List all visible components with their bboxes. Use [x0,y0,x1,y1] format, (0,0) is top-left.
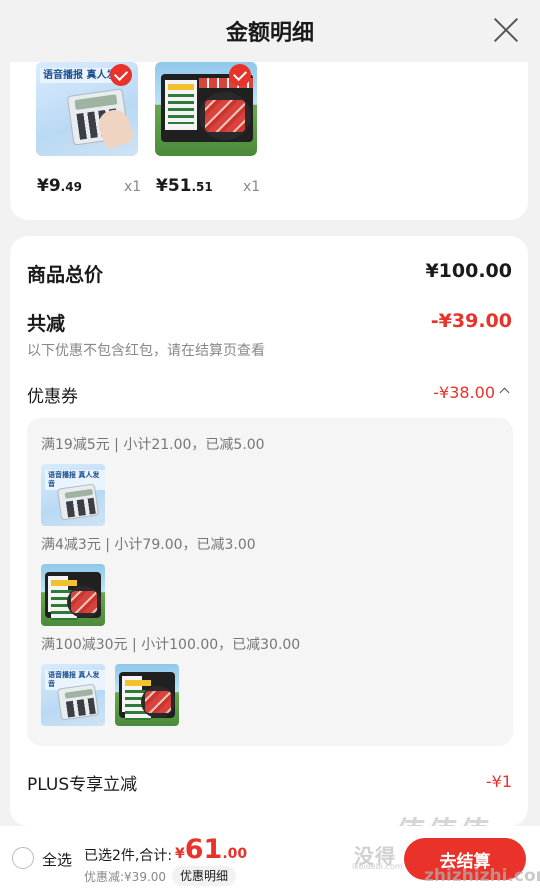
header: 金额明细 [0,0,540,62]
plus-value: -¥1 [485,772,512,791]
coupon-line: 满19减5元 | 小计21.00，已减5.00 [41,437,265,453]
coupon-item-thumb [115,664,179,726]
select-all-label[interactable]: 全选 [42,849,72,870]
plus-label: PLUS专享立减 [27,775,138,795]
coupon-label: 优惠券 [27,387,78,407]
product-card: 语音播报 真人发音 ¥9.49 x1 ¥51.51 x1 [10,62,528,220]
coupon-line: 满100减30元 | 小计100.00，已减30.00 [41,637,301,653]
reduce-label: 共减 [27,313,66,335]
discount-text: 优惠减:¥39.00 [84,870,167,884]
check-icon [229,64,251,86]
coupon-detail-box: 满19减5元 | 小计21.00，已减5.00 语音播报 真人发音 满4减3元 … [27,418,513,746]
discount-note: 以下优惠不包含红包，请在结算页查看 [27,343,265,359]
total-label: 商品总价 [27,264,104,286]
product-image-calculator[interactable]: 语音播报 真人发音 [36,62,138,156]
watermark: zhizhizhi.com [424,866,540,886]
selected-count: 已选2件,合计: [84,848,173,864]
coupon-value: -¥38.00 [433,383,495,402]
coupon-toggle[interactable]: -¥38.00 [433,383,510,402]
grand-total: ¥61.00 [175,834,248,865]
product-qty: x1 [124,179,142,195]
select-all-radio[interactable] [12,847,34,869]
watermark: lkeidebi.com [352,862,403,871]
reduce-value: -¥39.00 [430,310,512,332]
coupon-line: 满4减3元 | 小计79.00，已减3.00 [41,537,256,553]
product-price: ¥51.51 [156,176,213,196]
chevron-up-icon [499,387,510,398]
product-price: ¥9.49 [37,176,82,196]
summary-card: 商品总价 ¥100.00 共减 -¥39.00 以下优惠不包含红包，请在结算页查… [10,236,528,826]
discount-detail-button[interactable]: 优惠明细 [172,866,237,886]
coupon-item-thumb: 语音播报 真人发音 [41,664,105,726]
close-icon[interactable] [492,16,520,44]
total-value: ¥100.00 [425,260,512,282]
page-title: 金额明细 [225,21,314,46]
check-icon [110,64,132,86]
coupon-item-thumb [41,564,105,626]
product-image-beef[interactable] [155,62,257,156]
product-qty: x1 [243,179,261,195]
coupon-item-thumb: 语音播报 真人发音 [41,464,105,526]
